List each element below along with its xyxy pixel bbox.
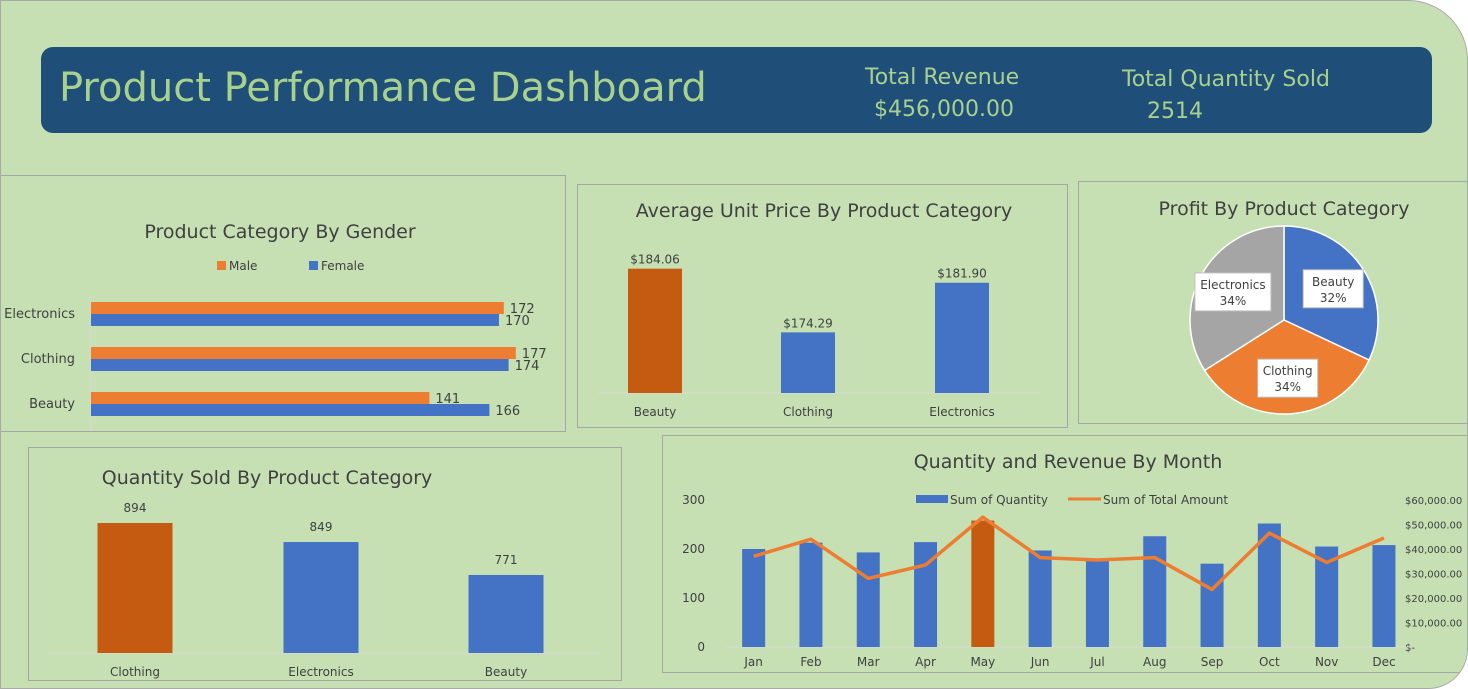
category-label: Dec — [1372, 655, 1395, 669]
data-label-percent: 34% — [1220, 294, 1247, 308]
category-label: May — [970, 655, 995, 669]
data-label: 166 — [495, 404, 520, 419]
category-label: Apr — [915, 655, 936, 669]
y2-tick-label: $60,000.00 — [1405, 496, 1462, 507]
chart-month: Quantity and Revenue By Month Sum of Qua… — [682, 451, 1462, 669]
bar-quantity — [1143, 536, 1167, 647]
panel-price: Average Unit Price By Product Category $… — [577, 184, 1068, 428]
data-label: 849 — [310, 520, 333, 534]
bar-quantity — [1200, 563, 1224, 647]
bar — [283, 542, 359, 653]
bar — [628, 268, 682, 393]
bar-quantity — [1028, 550, 1052, 647]
data-label: 174 — [515, 359, 540, 374]
dashboard-canvas: Product Performance Dashboard Total Reve… — [0, 0, 1468, 689]
category-label: Electronics — [929, 405, 994, 419]
bar — [935, 282, 989, 393]
chart-price: Average Unit Price By Product Category $… — [598, 200, 1040, 419]
y-tick-label: 0 — [697, 640, 705, 654]
bar — [468, 574, 544, 653]
bar-quantity — [971, 520, 995, 647]
data-label-category: Beauty — [1312, 275, 1354, 289]
category-label: Beauty — [29, 397, 75, 412]
category-label: Aug — [1143, 655, 1166, 669]
header-banner: Product Performance Dashboard Total Reve… — [41, 47, 1432, 133]
y2-tick-label: $20,000.00 — [1405, 594, 1462, 605]
data-label-category: Electronics — [1200, 278, 1265, 292]
legend-female: Female — [321, 259, 364, 273]
chart-profit: Profit By Product Category Beauty 32% Clot… — [1159, 198, 1410, 415]
data-label: 771 — [495, 553, 518, 567]
chart-title: Quantity and Revenue By Month — [914, 451, 1223, 473]
bar-quantity — [742, 549, 766, 647]
bar-quantity — [1372, 545, 1396, 647]
bar — [97, 523, 173, 653]
legend-swatch-female — [309, 261, 318, 270]
kpi-quantity-value: 2514 — [1147, 99, 1203, 124]
category-label: Electronics — [288, 665, 353, 679]
category-label: Beauty — [485, 665, 527, 679]
bar-male — [91, 302, 504, 314]
data-label: 170 — [505, 314, 530, 329]
bar-male — [91, 392, 430, 404]
category-label: Sep — [1201, 655, 1224, 669]
category-label: Jan — [743, 655, 763, 669]
y2-tick-label: $10,000.00 — [1405, 619, 1462, 630]
category-label: Electronics — [4, 307, 75, 322]
line-total-amount — [753, 515, 1385, 592]
category-label: Beauty — [634, 405, 676, 419]
data-label: $181.90 — [937, 267, 987, 281]
panel-quantity: Quantity Sold By Product Category 894 Clo… — [28, 447, 622, 681]
chart-gender: Product Category By Gender Male Female E… — [4, 221, 547, 431]
page-title: Product Performance Dashboard — [59, 65, 707, 111]
category-label: Jun — [1030, 655, 1050, 669]
panel-profit: Profit By Product Category Beauty 32% Clot… — [1078, 181, 1467, 424]
category-label: Clothing — [21, 352, 75, 367]
category-label: Nov — [1315, 655, 1338, 669]
data-label: $184.06 — [630, 253, 680, 267]
bar-male — [91, 347, 516, 359]
kpi-quantity-label: Total Quantity Sold — [1122, 67, 1330, 92]
chart-title: Quantity Sold By Product Category — [102, 467, 433, 489]
category-label: Clothing — [783, 405, 833, 419]
legend-quantity: Sum of Quantity — [950, 493, 1048, 507]
legend-swatch-male — [217, 261, 226, 270]
data-label-percent: 34% — [1274, 380, 1301, 394]
bar-female — [91, 404, 490, 416]
chart-quantity: Quantity Sold By Product Category 894 Clo… — [49, 467, 599, 679]
bar-quantity — [1085, 559, 1109, 647]
y-tick-label: 100 — [682, 591, 705, 605]
chart-title: Profit By Product Category — [1159, 198, 1410, 220]
legend-male: Male — [229, 259, 257, 273]
y2-tick-label: $50,000.00 — [1405, 521, 1462, 532]
kpi-revenue-label: Total Revenue — [865, 65, 1020, 90]
panel-month: Quantity and Revenue By Month Sum of Qua… — [662, 435, 1467, 673]
bar — [781, 332, 835, 393]
bar-quantity — [799, 542, 823, 647]
y2-tick-label: $30,000.00 — [1405, 570, 1462, 581]
chart-title: Product Category By Gender — [144, 221, 416, 243]
chart-title: Average Unit Price By Product Category — [636, 200, 1012, 222]
data-label: 894 — [124, 501, 147, 515]
y-tick-label: 200 — [682, 542, 705, 556]
legend-amount: Sum of Total Amount — [1103, 493, 1228, 507]
data-label-percent: 32% — [1320, 291, 1347, 305]
y-tick-label: 300 — [682, 493, 705, 507]
category-label: Mar — [857, 655, 880, 669]
data-label: $174.29 — [783, 316, 833, 330]
data-label-category: Clothing — [1263, 364, 1313, 378]
category-label: Clothing — [110, 665, 160, 679]
panel-gender: Product Category By Gender Male Female E… — [1, 175, 566, 432]
category-label: Feb — [800, 655, 821, 669]
category-label: Oct — [1259, 655, 1280, 669]
category-label: Jul — [1089, 655, 1104, 669]
y2-tick-label: $40,000.00 — [1405, 545, 1462, 556]
legend-swatch-quantity — [916, 495, 948, 503]
bar-female — [91, 314, 499, 326]
bar-quantity — [856, 552, 880, 647]
kpi-revenue-value: $456,000.00 — [874, 97, 1014, 122]
y2-tick-label: $- — [1405, 643, 1415, 654]
bar-female — [91, 359, 509, 371]
